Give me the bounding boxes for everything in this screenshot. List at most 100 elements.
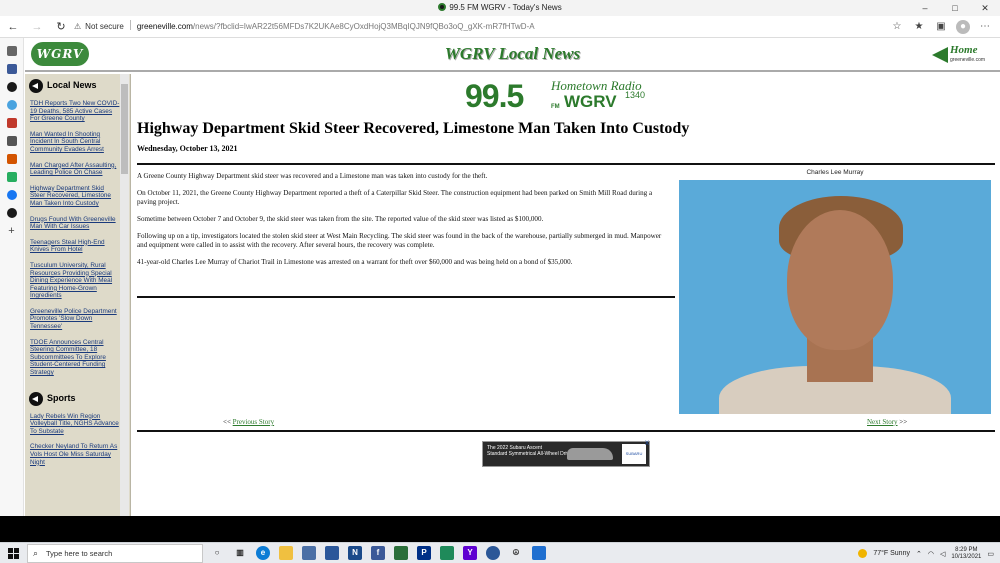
address-bar: ← → ↻ ⚠ Not secure greeneville.com/news/?f… <box>0 16 1000 38</box>
sidebar-app-icon[interactable] <box>6 154 17 164</box>
article-date: Wednesday, October 13, 2021 <box>137 144 238 153</box>
app-icon[interactable]: N <box>348 546 362 560</box>
volume-icon[interactable]: ◁ <box>940 550 945 558</box>
url-domain: greeneville.com <box>136 22 193 31</box>
previous-story-link[interactable]: Previous Story <box>233 418 274 426</box>
ad-close-icon[interactable]: X <box>645 441 649 447</box>
url-field[interactable]: ⚠ Not secure greeneville.com/news/?fbclid=… <box>74 18 874 36</box>
taskbar-search[interactable]: ⌕ Type here to search <box>27 544 203 563</box>
favorite-star-icon[interactable]: ☆ <box>890 20 904 34</box>
system-tray: 77°F Sunny ⌃ ◠ ◁ 8:29 PM 10/13/2021 ▭ <box>858 546 994 561</box>
article-paragraph: A Greene County Highway Department skid … <box>137 172 488 180</box>
divider <box>137 163 995 165</box>
news-link[interactable]: Lady Rebels Win Region Volleyball Title,… <box>30 413 120 436</box>
google-icon[interactable] <box>6 172 17 182</box>
peace-icon[interactable]: ☮ <box>509 546 523 560</box>
ad-line: Standard Symmetrical All-Wheel Drive <box>487 451 572 457</box>
home-label: Home <box>950 44 978 56</box>
mail-icon[interactable] <box>302 546 316 560</box>
clock[interactable]: 8:29 PM 10/13/2021 <box>951 547 981 561</box>
start-button[interactable] <box>8 548 19 559</box>
security-label[interactable]: Not secure <box>85 22 124 31</box>
station-banner: 99.5 FM Hometown Radio WGRV 1340 <box>465 78 675 114</box>
sidebar-app-icon[interactable] <box>6 118 17 128</box>
news-link[interactable]: Teenagers Steal High-End Knives From Hot… <box>30 239 120 254</box>
windows-taskbar: ⌕ Type here to search ○ ▥ e N f P Y ☮ 77… <box>0 542 1000 563</box>
home-link[interactable]: Home greeneville.com <box>932 44 992 68</box>
article-paragraph: Sometime between October 7 and October 9… <box>137 215 544 223</box>
facebook-icon[interactable]: f <box>371 546 385 560</box>
url-path: /news/?fbclid=IwAR22t56MFDs7K2UKAe8CyOxd… <box>192 22 535 31</box>
article-paragraph: 41-year-old Charles Lee Murray of Chario… <box>137 258 573 266</box>
article-main: 99.5 FM Hometown Radio WGRV 1340 Highway… <box>137 74 997 516</box>
collections-icon[interactable]: ▣ <box>934 20 948 34</box>
app-icon[interactable] <box>394 546 408 560</box>
article-paragraph: Following up on a tip, investigators loc… <box>137 232 662 249</box>
toolbar-right: ☆ ★ ▣ ● ⋯ <box>890 20 992 34</box>
sidebar-app-icon[interactable] <box>6 64 17 74</box>
news-sidebar: Local News TDH Reports Two New COVID-19 … <box>25 74 131 516</box>
url-separator <box>129 20 131 30</box>
maximize-button[interactable]: □ <box>940 0 970 16</box>
file-explorer-icon[interactable] <box>279 546 293 560</box>
browser-titlebar: 99.5 FM WGRV - Today's News – □ ✕ <box>0 0 1000 16</box>
tab-actions-icon[interactable] <box>6 46 17 56</box>
paypal-icon[interactable]: P <box>417 546 431 560</box>
scrollbar-thumb[interactable] <box>121 84 128 174</box>
back-arrow-icon[interactable]: ← <box>6 20 20 34</box>
wgrv-app-icon[interactable] <box>6 82 17 92</box>
sidebar-app-icon[interactable] <box>6 100 17 110</box>
news-link[interactable]: TDOE Announces Central Steering Committe… <box>30 339 120 377</box>
clock-date: 10/13/2021 <box>951 553 982 560</box>
favorites-icon[interactable]: ★ <box>912 20 926 34</box>
article-headline: Highway Department Skid Steer Recovered,… <box>137 120 690 137</box>
sidebar-scrollbar[interactable] <box>120 74 129 516</box>
news-link[interactable]: Highway Department Skid Steer Recovered,… <box>30 185 120 208</box>
minimize-button[interactable]: – <box>910 0 940 16</box>
browser-sidebar: + <box>0 38 24 516</box>
search-icon: ⌕ <box>33 548 39 558</box>
news-link[interactable]: TDH Reports Two New COVID-19 Deaths, 585… <box>30 100 120 123</box>
next-story-nav: Next Story >> <box>867 418 907 426</box>
tab-title[interactable]: 99.5 FM WGRV - Today's News <box>0 3 1000 12</box>
news-link[interactable]: Tusculum University, Rural Resources Pro… <box>30 262 120 300</box>
car-image <box>567 448 613 460</box>
news-link[interactable]: Greeneville Police Department Promotes '… <box>30 308 120 331</box>
forward-arrow-icon[interactable]: → <box>30 20 44 34</box>
sun-icon <box>858 549 868 558</box>
add-icon[interactable]: + <box>7 226 17 237</box>
profile-avatar-icon[interactable]: ● <box>956 20 970 34</box>
news-link[interactable]: Drugs Found With Greeneville Man With Ca… <box>30 216 120 231</box>
news-link[interactable]: Man Wanted In Shooting Incident In South… <box>30 131 120 154</box>
search-placeholder: Type here to search <box>46 549 113 558</box>
edge-icon[interactable]: e <box>256 546 270 560</box>
app-icon[interactable] <box>440 546 454 560</box>
next-story-link[interactable]: Next Story <box>867 418 898 426</box>
wifi-icon[interactable]: ◠ <box>928 550 934 558</box>
app-icon[interactable] <box>532 546 546 560</box>
news-link[interactable]: Man Charged After Assaulting, Leading Po… <box>30 162 120 177</box>
mugshot-photo <box>679 180 991 414</box>
news-link[interactable]: Checker Neyland To Return As Vols Host O… <box>30 443 120 466</box>
notification-icon[interactable]: ▭ <box>987 550 994 558</box>
cortana-icon[interactable]: ○ <box>210 546 224 560</box>
tray-chevron-icon[interactable]: ⌃ <box>916 550 922 558</box>
clock-time: 8:29 PM <box>955 546 978 553</box>
local-news-list: TDH Reports Two New COVID-19 Deaths, 585… <box>25 100 130 377</box>
more-menu-icon[interactable]: ⋯ <box>978 20 992 34</box>
app-icon[interactable] <box>325 546 339 560</box>
yahoo-icon[interactable]: Y <box>463 546 477 560</box>
home-sub: greeneville.com <box>950 57 986 63</box>
home-arrow-icon <box>932 47 948 63</box>
app-icon[interactable] <box>486 546 500 560</box>
subaru-logo: SUBARU <box>622 444 646 464</box>
refresh-icon[interactable]: ↻ <box>54 20 68 34</box>
sidebar-app-icon[interactable] <box>6 208 17 218</box>
facebook-icon[interactable] <box>6 190 17 200</box>
brand-frequency: 99.5 <box>465 78 524 114</box>
subaru-ad[interactable]: The 2022 Subaru Ascent Standard Symmetri… <box>482 441 650 467</box>
weather-text[interactable]: 77°F Sunny <box>873 550 910 557</box>
speaker-icon[interactable] <box>6 136 17 146</box>
close-button[interactable]: ✕ <box>970 0 1000 16</box>
task-view-icon[interactable]: ▥ <box>233 546 247 560</box>
